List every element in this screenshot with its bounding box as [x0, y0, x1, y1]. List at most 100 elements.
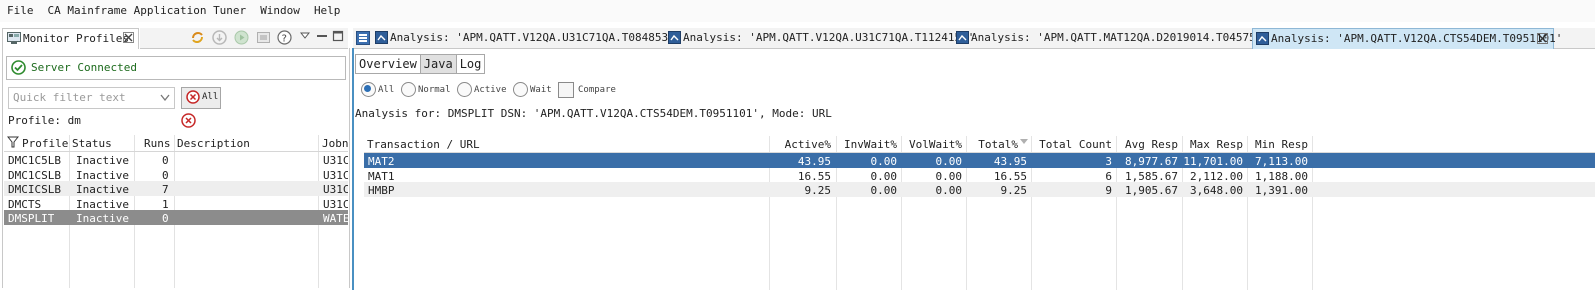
max-resp: 11,701.00	[1183, 155, 1243, 168]
col-transaction-url[interactable]: Transaction / URL	[367, 138, 480, 151]
col-runs[interactable]: Runs	[144, 137, 171, 150]
editor-list-icon[interactable]	[356, 31, 370, 45]
total-count: 6	[1105, 169, 1112, 183]
subtab-overview[interactable]: Overview	[355, 54, 421, 74]
maximize-icon[interactable]	[332, 30, 344, 42]
col-total-pct[interactable]: Total%	[964, 138, 1018, 151]
active-pct: 43.95	[797, 155, 831, 168]
profile-runs: 0	[162, 212, 169, 225]
profile-row[interactable]: DMCTS Inactive 1 U31C	[4, 196, 348, 211]
transaction-row[interactable]: MAT1 16.55 0.00 0.00 16.55 6 1,585.67 2,…	[364, 168, 1595, 183]
transaction-url: MAT1	[368, 169, 395, 183]
profile-status: Inactive	[76, 212, 129, 225]
export-icon[interactable]	[256, 30, 271, 45]
profile-row[interactable]: DMC1C5LB Inactive 0 U31C	[4, 152, 348, 167]
col-max-resp[interactable]: Max Resp	[1182, 138, 1243, 151]
profile-name: DMC1CSLB	[8, 168, 61, 182]
total-pct: 43.95	[993, 155, 1027, 168]
view-menu-icon[interactable]	[300, 32, 310, 40]
analysis-icon	[1256, 32, 1269, 45]
profile-runs: 7	[162, 183, 169, 196]
col-jobname[interactable]: Jobn	[322, 137, 348, 150]
col-invwait-pct[interactable]: InvWait%	[836, 138, 897, 151]
tab-monitor-profiles[interactable]: Monitor Profiles	[2, 28, 139, 49]
col-min-resp[interactable]: Min Resp	[1247, 138, 1308, 151]
profile-job: U31C	[323, 197, 348, 211]
menu-window[interactable]: Window	[260, 4, 300, 17]
col-active-pct[interactable]: Active%	[769, 138, 831, 151]
volwait-pct: 0.00	[935, 184, 963, 197]
clear-all-button[interactable]: All	[181, 87, 221, 109]
profile-job: U31C	[323, 183, 348, 196]
profile-status: Inactive	[76, 183, 129, 196]
filter-icon[interactable]	[7, 136, 19, 148]
checkbox-icon	[558, 82, 574, 98]
col-volwait-pct[interactable]: VolWait%	[901, 138, 962, 151]
col-description[interactable]: Description	[177, 137, 250, 150]
profile-status: Inactive	[76, 168, 129, 182]
chevron-down-icon[interactable]	[160, 94, 170, 101]
col-status[interactable]: Status	[72, 137, 112, 150]
radio-label: All	[378, 85, 395, 95]
transaction-row[interactable]: HMBP 9.25 0.00 0.00 9.25 9 1,905.67 3,64…	[364, 182, 1595, 197]
check-icon	[11, 60, 26, 75]
col-total-count[interactable]: Total Count	[1031, 138, 1112, 151]
profile-job: U31C	[323, 154, 348, 167]
tab-analysis-4-active[interactable]: Analysis: 'APM.QATT.V12QA.CTS54DEM.T0951…	[1252, 28, 1562, 49]
monitor-icon	[7, 32, 21, 45]
min-resp: 1,391.00	[1255, 184, 1308, 197]
subtab-log[interactable]: Log	[455, 54, 486, 74]
profile-name: DMCICSLB	[8, 183, 61, 196]
transaction-row-selected[interactable]: MAT2 43.95 0.00 0.00 43.95 3 8,977.67 11…	[364, 153, 1595, 168]
radio-label: Wait	[530, 85, 552, 95]
tab-analysis-2[interactable]: Analysis: 'APM.QATT.V12QA.U31C71QA.T1124…	[665, 28, 974, 48]
clear-icon	[186, 90, 200, 104]
play-icon[interactable]	[234, 30, 249, 45]
profile-runs: 0	[162, 168, 169, 182]
close-icon[interactable]	[123, 32, 134, 43]
menu-help[interactable]: Help	[314, 4, 341, 17]
profile-job: WATE	[323, 212, 348, 225]
refresh-icon[interactable]	[190, 30, 205, 45]
profile-row-selected[interactable]: DMSPLIT Inactive 0 WATE	[4, 210, 348, 225]
all-button-label: All	[202, 92, 219, 102]
help-icon[interactable]: ?	[277, 30, 292, 45]
close-icon[interactable]	[1537, 33, 1548, 44]
total-count: 9	[1105, 184, 1112, 197]
analysis-icon	[375, 31, 388, 44]
volwait-pct: 0.00	[935, 169, 963, 183]
invwait-pct: 0.00	[870, 184, 898, 197]
menu-ca-mat[interactable]: CA Mainframe Application Tuner	[48, 4, 247, 17]
radio-dot	[364, 85, 371, 92]
analysis-icon	[956, 31, 969, 44]
analysis-subtabs: Overview Java Log	[355, 54, 486, 74]
col-avg-resp[interactable]: Avg Resp	[1116, 138, 1178, 151]
menu-file[interactable]: File	[7, 4, 34, 17]
total-pct: 16.55	[993, 169, 1027, 183]
filter-placeholder: Quick filter text	[13, 91, 126, 104]
analysis-for-text: Analysis for: DMSPLIT DSN: 'APM.QATT.V12…	[355, 107, 832, 120]
profiles-table: Profile Status Runs Description Jobn DMC…	[4, 135, 348, 225]
profile-row[interactable]: DMCICSLB Inactive 7 U31C	[4, 181, 348, 196]
tab-analysis-label: Analysis: 'APM.QATT.V12QA.U31C71QA.T1124…	[683, 31, 975, 44]
analysis-icon	[668, 31, 681, 44]
minimize-icon[interactable]	[316, 31, 328, 41]
quick-filter-input[interactable]: Quick filter text	[8, 87, 175, 109]
transaction-url: MAT2	[368, 155, 395, 168]
radio-icon	[513, 82, 528, 97]
transaction-url: HMBP	[368, 184, 395, 197]
tab-analysis-3[interactable]: Analysis: 'APM.QATT.MAT12QA.D2019014.T04…	[953, 28, 1276, 48]
profiles-table-header: Profile Status Runs Description Jobn	[4, 135, 348, 152]
subtab-java[interactable]: Java	[419, 54, 457, 74]
col-profile[interactable]: Profile	[22, 137, 68, 150]
clear-profile-icon[interactable]	[181, 113, 196, 128]
tab-analysis-label: Analysis: 'APM.QATT.MAT12QA.D2019014.T04…	[971, 31, 1276, 44]
min-resp: 7,113.00	[1255, 155, 1308, 168]
server-status: Server Connected	[6, 56, 346, 80]
profile-row[interactable]: DMC1CSLB Inactive 0 U31C	[4, 167, 348, 182]
download-icon[interactable]	[212, 30, 227, 45]
avg-resp: 1,905.67	[1125, 184, 1178, 197]
transaction-table-header: Transaction / URL Active% InvWait% VolWa…	[364, 136, 1595, 153]
tab-analysis-1[interactable]: Analysis: 'APM.QATT.V12QA.U31C71QA.T0848…	[372, 28, 681, 48]
total-pct: 9.25	[1000, 184, 1028, 197]
